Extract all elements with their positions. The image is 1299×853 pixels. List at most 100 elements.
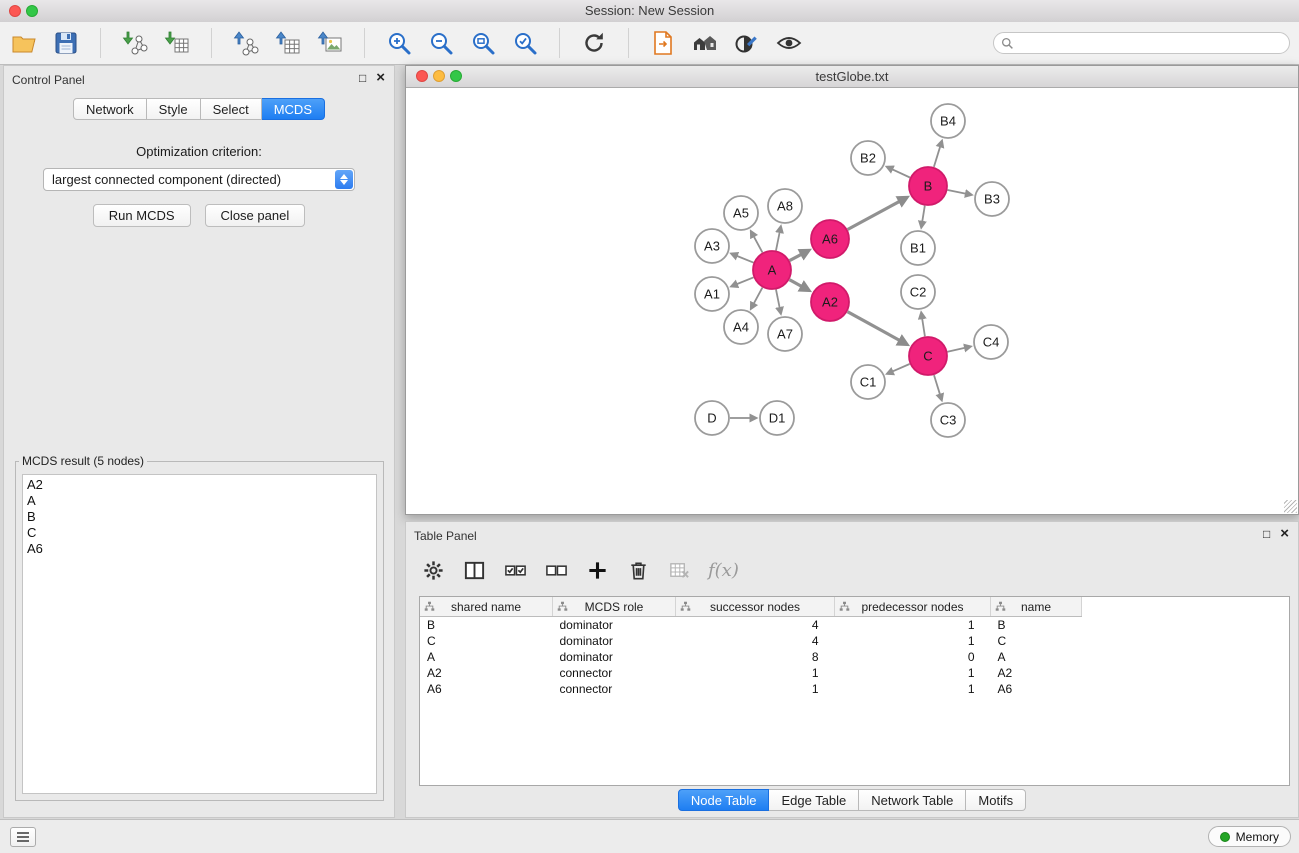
- graph-node-C2[interactable]: C2: [901, 275, 935, 309]
- tab-select[interactable]: Select: [201, 98, 262, 120]
- table-cell[interactable]: C: [420, 633, 553, 649]
- graph-node-B[interactable]: B: [909, 167, 947, 205]
- settings-button[interactable]: [419, 556, 447, 584]
- table-cell[interactable]: A6: [420, 681, 553, 697]
- graph-node-A1[interactable]: A1: [695, 277, 729, 311]
- graph-edge-B-B4[interactable]: [934, 147, 940, 167]
- zoom-out-button[interactable]: [425, 27, 457, 59]
- graph-edge-B-B3[interactable]: [948, 190, 966, 194]
- table-tab-edge-table[interactable]: Edge Table: [769, 789, 859, 811]
- new-table-button[interactable]: [272, 27, 304, 59]
- table-row-a2[interactable]: A2connector11A2: [420, 665, 1082, 681]
- graph-node-C4[interactable]: C4: [974, 325, 1008, 359]
- graph-edge-A-A5[interactable]: [754, 237, 763, 253]
- graph-node-B1[interactable]: B1: [901, 231, 935, 265]
- network-close-button[interactable]: [416, 70, 428, 82]
- resize-grip[interactable]: [1284, 500, 1297, 513]
- destroy-table-button[interactable]: [665, 556, 693, 584]
- table-tab-network-table[interactable]: Network Table: [859, 789, 966, 811]
- zoom-in-button[interactable]: [383, 27, 415, 59]
- export-image-button[interactable]: [314, 27, 346, 59]
- graph-node-D[interactable]: D: [695, 401, 729, 435]
- refresh-layout-button[interactable]: [578, 27, 610, 59]
- graph-edge-C-C4[interactable]: [948, 348, 965, 352]
- graph-node-D1[interactable]: D1: [760, 401, 794, 435]
- open-file-button[interactable]: [8, 27, 40, 59]
- run-mcds-button[interactable]: Run MCDS: [93, 204, 191, 227]
- table-cell[interactable]: 1: [835, 681, 991, 697]
- table-cell[interactable]: dominator: [553, 649, 676, 665]
- graph-node-B3[interactable]: B3: [975, 182, 1009, 216]
- show-hide-button[interactable]: [773, 27, 805, 59]
- graph-node-A2[interactable]: A2: [811, 283, 849, 321]
- graph-node-A5[interactable]: A5: [724, 196, 758, 230]
- close-window-button[interactable]: [9, 5, 21, 17]
- delete-button[interactable]: [624, 556, 652, 584]
- table-cell[interactable]: dominator: [553, 617, 676, 634]
- close-panel-action-button[interactable]: Close panel: [205, 204, 306, 227]
- table-cell[interactable]: connector: [553, 665, 676, 681]
- column-header-MCDS-role[interactable]: MCDS role: [553, 597, 676, 617]
- table-cell[interactable]: 1: [676, 665, 835, 681]
- graph-node-C[interactable]: C: [909, 337, 947, 375]
- graph-edge-A-A7[interactable]: [776, 290, 780, 308]
- graph-edge-A2-C[interactable]: [848, 312, 900, 340]
- graph-node-B4[interactable]: B4: [931, 104, 965, 138]
- mcds-result-list[interactable]: A2ABCA6: [22, 474, 377, 794]
- tab-style[interactable]: Style: [147, 98, 201, 120]
- graph-node-A3[interactable]: A3: [695, 229, 729, 263]
- new-network-button[interactable]: [230, 27, 262, 59]
- column-header-predecessor-nodes[interactable]: predecessor nodes: [835, 597, 991, 617]
- function-builder-button[interactable]: f(x): [706, 556, 741, 584]
- graph-node-A4[interactable]: A4: [724, 310, 758, 344]
- table-cell[interactable]: A: [991, 649, 1082, 665]
- import-network-button[interactable]: [119, 27, 151, 59]
- add-button[interactable]: [583, 556, 611, 584]
- zoom-window-button[interactable]: [26, 5, 38, 17]
- table-cell[interactable]: 1: [835, 617, 991, 634]
- table-cell[interactable]: A2: [420, 665, 553, 681]
- table-row-a[interactable]: Adominator80A: [420, 649, 1082, 665]
- float-table-panel-button[interactable]: □: [1263, 527, 1270, 541]
- table-cell[interactable]: 8: [676, 649, 835, 665]
- graph-node-B2[interactable]: B2: [851, 141, 885, 175]
- table-cell[interactable]: 0: [835, 649, 991, 665]
- table-cell[interactable]: A6: [991, 681, 1082, 697]
- task-history-button[interactable]: [10, 827, 36, 847]
- graph-edge-B-B1[interactable]: [922, 206, 925, 222]
- graph-node-A[interactable]: A: [753, 251, 791, 289]
- float-panel-button[interactable]: □: [359, 71, 366, 85]
- table-cell[interactable]: 1: [676, 681, 835, 697]
- table-row-b[interactable]: Bdominator41B: [420, 617, 1082, 634]
- open-report-button[interactable]: [647, 27, 679, 59]
- table-tab-motifs[interactable]: Motifs: [966, 789, 1026, 811]
- table-cell[interactable]: A2: [991, 665, 1082, 681]
- graph-edge-A-A2[interactable]: [790, 280, 802, 286]
- result-item-c[interactable]: C: [27, 525, 372, 541]
- graph-edge-C-C2[interactable]: [922, 319, 925, 337]
- graph-edge-C-C3[interactable]: [934, 375, 940, 394]
- columns-button[interactable]: [460, 556, 488, 584]
- graph-node-A7[interactable]: A7: [768, 317, 802, 351]
- tab-mcds[interactable]: MCDS: [262, 98, 325, 120]
- search-box[interactable]: [993, 32, 1290, 54]
- table-cell[interactable]: 4: [676, 633, 835, 649]
- close-table-panel-button[interactable]: ×: [1280, 527, 1289, 541]
- search-input[interactable]: [1014, 36, 1289, 51]
- result-item-a6[interactable]: A6: [27, 541, 372, 557]
- zoom-selected-button[interactable]: [509, 27, 541, 59]
- table-tab-node-table[interactable]: Node Table: [678, 789, 770, 811]
- column-header-successor-nodes[interactable]: successor nodes: [676, 597, 835, 617]
- configure-visibility-button[interactable]: [731, 27, 763, 59]
- table-row-c[interactable]: Cdominator41C: [420, 633, 1082, 649]
- graph-node-C1[interactable]: C1: [851, 365, 885, 399]
- memory-button[interactable]: Memory: [1208, 826, 1291, 847]
- column-header-name[interactable]: name: [991, 597, 1082, 617]
- table-cell[interactable]: dominator: [553, 633, 676, 649]
- graph-edge-A-A4[interactable]: [754, 288, 763, 304]
- close-panel-button[interactable]: ×: [376, 71, 385, 85]
- home-button[interactable]: [689, 27, 721, 59]
- table-cell[interactable]: connector: [553, 681, 676, 697]
- table-cell[interactable]: 1: [835, 665, 991, 681]
- graph-edge-A-A6[interactable]: [790, 255, 801, 261]
